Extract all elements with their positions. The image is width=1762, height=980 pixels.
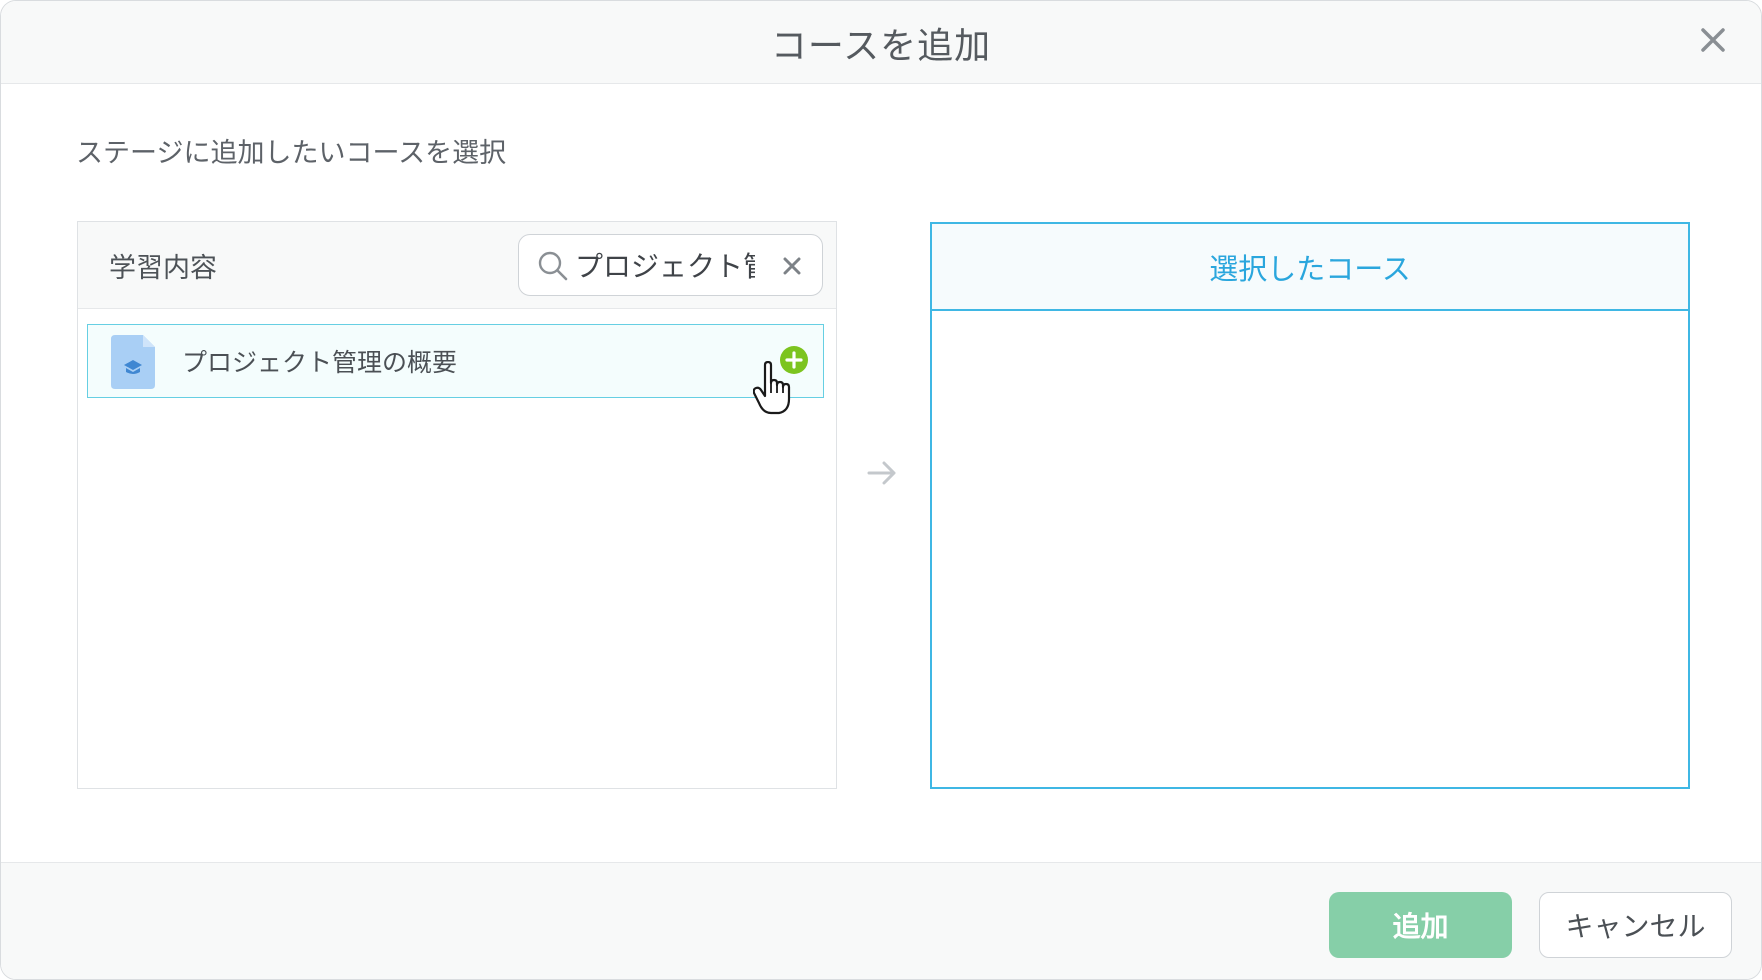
selected-courses-panel: 選択したコース bbox=[930, 222, 1690, 789]
add-circle-icon[interactable] bbox=[779, 345, 809, 375]
dialog-title: コースを追加 bbox=[770, 25, 992, 67]
search-icon bbox=[538, 251, 568, 281]
course-document-icon bbox=[111, 335, 155, 389]
search-clear-button[interactable] bbox=[776, 250, 808, 282]
close-button[interactable] bbox=[1691, 18, 1735, 62]
learning-content-header: 学習内容 bbox=[78, 222, 836, 309]
cancel-button[interactable]: キャンセル bbox=[1539, 892, 1732, 958]
learning-content-panel: 学習内容 プロジェクト管理の概要 bbox=[77, 221, 837, 789]
course-name: プロジェクト管理の概要 bbox=[182, 348, 458, 377]
instruction-text: ステージに追加したいコースを選択 bbox=[76, 138, 507, 169]
add-course-dialog: コースを追加 ステージに追加したいコースを選択 学習内容 プロジェクト管 プロジ… bbox=[0, 0, 1762, 980]
list-item[interactable]: プロジェクト管理の概要 bbox=[87, 324, 824, 398]
dialog-footer: 追加 キャンセル bbox=[1, 862, 1761, 979]
add-button[interactable]: 追加 bbox=[1329, 892, 1512, 958]
clear-icon bbox=[783, 257, 801, 275]
search-input[interactable] bbox=[575, 241, 755, 289]
arrow-right-icon bbox=[867, 461, 896, 485]
learning-content-label: 学習内容 bbox=[109, 253, 217, 284]
close-icon bbox=[1701, 28, 1725, 52]
search-box bbox=[518, 234, 823, 296]
selected-courses-header: 選択したコース bbox=[932, 224, 1688, 311]
dialog-header: コースを追加 bbox=[1, 1, 1761, 84]
